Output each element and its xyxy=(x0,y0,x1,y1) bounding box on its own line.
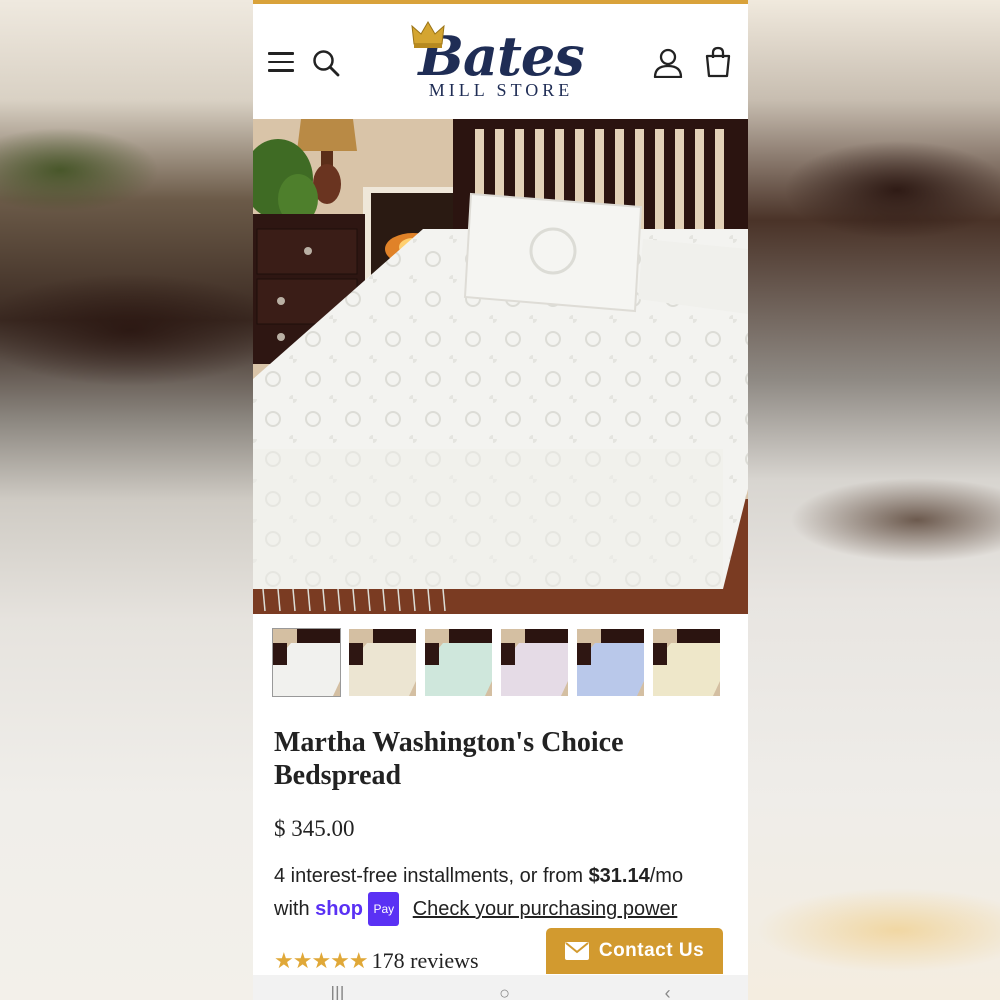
user-icon[interactable] xyxy=(653,48,683,83)
blurred-background-left xyxy=(0,0,253,1000)
system-nav-bar: ||| ○ ‹ xyxy=(253,975,748,1000)
thumbnail-mint[interactable] xyxy=(425,629,492,696)
thumbnail-white[interactable] xyxy=(273,629,340,696)
shopping-bag-icon[interactable] xyxy=(705,46,731,83)
thumbnail-ivory[interactable] xyxy=(653,629,720,696)
recent-apps-icon[interactable]: ||| xyxy=(330,986,344,1000)
installments-info: 4 interest-free installments, or from $3… xyxy=(253,842,748,926)
mobile-page: Bates MILL STORE Martha Washington's Cho… xyxy=(253,0,748,1000)
product-title: Martha Washington's Choice Bedspread xyxy=(274,727,624,791)
contact-us-button[interactable]: Contact Us xyxy=(546,928,723,974)
contact-us-label: Contact Us xyxy=(598,940,705,961)
thumbnail-strip xyxy=(253,614,748,696)
crown-icon xyxy=(411,21,445,48)
search-icon[interactable] xyxy=(312,49,340,82)
check-purchasing-power-link[interactable]: Check your purchasing power xyxy=(413,898,678,920)
installment-period: /mo xyxy=(649,865,684,887)
site-header: Bates MILL STORE xyxy=(253,4,748,119)
shop-pay-logo: shop xyxy=(315,898,363,920)
installment-amount: $31.14 xyxy=(588,865,650,887)
thumbnail-lilac[interactable] xyxy=(501,629,568,696)
star-rating-icon: ★★★★★ xyxy=(274,948,369,973)
with-text: with xyxy=(274,898,310,920)
thumbnail-blue[interactable] xyxy=(577,629,644,696)
reviews-count: 178 reviews xyxy=(371,948,479,973)
product-price: $ 345.00 xyxy=(274,816,355,841)
thumbnail-cream[interactable] xyxy=(349,629,416,696)
hamburger-menu-icon[interactable] xyxy=(268,52,294,72)
home-icon[interactable]: ○ xyxy=(499,986,510,1000)
installments-text: 4 interest-free installments, or from xyxy=(274,865,583,887)
blurred-background-right xyxy=(747,0,1000,1000)
shop-logo-text: shop xyxy=(315,898,363,920)
brand-logo[interactable]: Bates MILL STORE xyxy=(403,18,599,108)
reviews-summary[interactable]: ★★★★★ 178 reviews xyxy=(274,948,479,974)
product-main-image[interactable] xyxy=(253,119,748,614)
back-icon[interactable]: ‹ xyxy=(665,986,671,1000)
pay-badge: Pay xyxy=(368,892,400,926)
envelope-icon xyxy=(564,942,589,960)
logo-subtitle: MILL STORE xyxy=(428,80,574,100)
